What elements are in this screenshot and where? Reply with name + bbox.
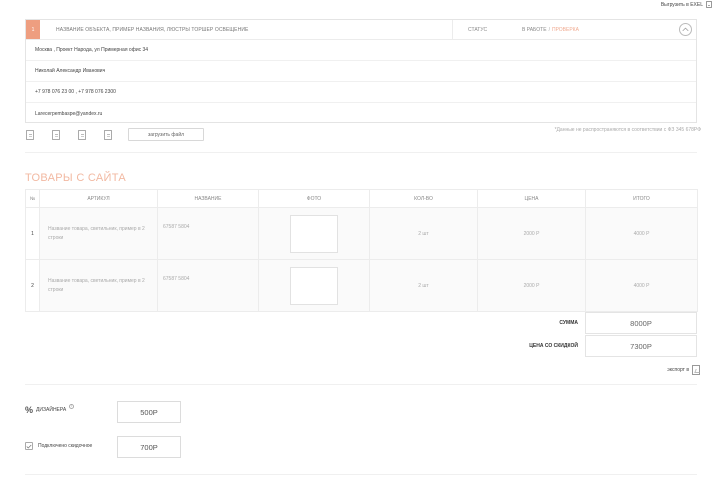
data-disclaimer: *Данные не распространяются в соответств… xyxy=(554,127,701,133)
export-pdf-label: экспорт в xyxy=(667,366,689,373)
row-article: Название товара, светильник, пример в 2 … xyxy=(39,259,158,312)
designer-discount-row: % ДИЗАЙНЕРА i xyxy=(25,403,75,415)
file-doc-icon[interactable] xyxy=(78,130,86,140)
table-row[interactable]: 1 Название товара, светильник, пример в … xyxy=(25,207,698,260)
status-value[interactable]: В РАБОТЕ / ПРОВЕРКА xyxy=(522,27,579,33)
divider xyxy=(25,474,697,475)
upload-file-button[interactable]: загрузить файл xyxy=(128,128,204,141)
file-doc-icon[interactable] xyxy=(104,130,112,140)
row-total: 4000 Р xyxy=(585,259,698,312)
designer-discount-label: ДИЗАЙНЕРА xyxy=(36,407,67,413)
chevron-up-icon xyxy=(682,27,689,32)
row-total: 4000 Р xyxy=(585,207,698,260)
discount-checkbox-row[interactable]: Подключено скидочное xyxy=(25,442,92,450)
divider xyxy=(25,152,697,153)
discount-checkbox-label: Подключено скидочное xyxy=(38,443,93,449)
column-header: ЦЕНА xyxy=(477,189,586,208)
status-label: СТАТУС xyxy=(468,27,488,33)
column-header: № xyxy=(25,189,40,208)
export-pdf-link[interactable]: экспорт в xyxy=(667,364,700,375)
excel-file-icon xyxy=(706,1,712,8)
row-quantity: 2 шт xyxy=(369,207,478,260)
designer-discount-value[interactable]: 500Р xyxy=(117,401,181,423)
order-email: Larecerpembaspe@yandex.ru xyxy=(35,110,103,117)
row-photo xyxy=(258,259,370,312)
export-excel-label: Выгрузить в EXEL xyxy=(660,1,703,8)
status-current[interactable]: В РАБОТЕ xyxy=(522,27,547,33)
order-header: 1 НАЗВАНИЕ ОБЪЕКТА, ПРИМЕР НАЗВАНИЯ, ЛЮС… xyxy=(26,20,696,40)
discount-price-value: 7300Р xyxy=(585,335,697,357)
column-header: ФОТО xyxy=(258,189,370,208)
order-number: 1 xyxy=(26,20,40,39)
sum-value: 8000Р xyxy=(585,312,697,334)
file-doc-icon[interactable] xyxy=(26,130,34,140)
column-header: АРТИКУЛ xyxy=(39,189,158,208)
row-quantity: 2 шт xyxy=(369,259,478,312)
order-name: НАЗВАНИЕ ОБЪЕКТА, ПРИМЕР НАЗВАНИЯ, ЛЮСТР… xyxy=(56,26,249,33)
export-excel-link[interactable]: Выгрузить в EXEL xyxy=(661,0,712,9)
status-separator: / xyxy=(548,27,550,33)
row-photo xyxy=(258,207,370,260)
order-card: 1 НАЗВАНИЕ ОБЪЕКТА, ПРИМЕР НАЗВАНИЯ, ЛЮС… xyxy=(25,19,697,123)
column-header: КОЛ-ВО xyxy=(369,189,478,208)
collapse-button[interactable] xyxy=(679,23,692,36)
row-price: 2000 Р xyxy=(477,207,586,260)
discount-price-label: ЦЕНА СО СКИДКОЙ xyxy=(529,343,578,349)
header-divider xyxy=(452,20,453,40)
divider xyxy=(25,384,697,385)
discount-checkbox[interactable] xyxy=(25,442,33,450)
pdf-file-icon xyxy=(692,364,700,375)
row-article: Название товара, светильник, пример в 2 … xyxy=(39,207,158,260)
sum-label: СУММА xyxy=(559,320,578,326)
row-price: 2000 Р xyxy=(477,259,586,312)
product-photo[interactable] xyxy=(290,266,338,305)
section-title: ТОВАРЫ С САЙТА xyxy=(25,172,127,184)
file-doc-icon[interactable] xyxy=(52,130,60,140)
column-header: ИТОГО xyxy=(585,189,698,208)
info-icon[interactable]: i xyxy=(69,403,75,409)
order-phones: +7 978 076 23 00 , +7 978 076 2300 xyxy=(26,82,696,103)
check-icon xyxy=(26,444,32,449)
percent-icon: % xyxy=(25,405,34,415)
product-photo[interactable] xyxy=(290,214,338,253)
status-alternative[interactable]: ПРОВЕРКА xyxy=(552,27,579,33)
row-name: 67587 5804 xyxy=(157,207,259,260)
row-number: 2 xyxy=(25,259,40,312)
order-address: Москва , Проект Народа, ул Примерная офи… xyxy=(26,40,696,61)
discount-amount-value[interactable]: 700Р xyxy=(117,436,181,458)
table-row[interactable]: 2 Название товара, светильник, пример в … xyxy=(25,259,698,312)
row-name: 67587 5804 xyxy=(157,259,259,312)
column-header: НАЗВАНИЕ xyxy=(157,189,259,208)
products-table: № АРТИКУЛ НАЗВАНИЕ ФОТО КОЛ-ВО ЦЕНА ИТОГ… xyxy=(25,189,698,312)
order-contact-name: Николай Александр Иванович xyxy=(26,61,696,82)
table-header-row: № АРТИКУЛ НАЗВАНИЕ ФОТО КОЛ-ВО ЦЕНА ИТОГ… xyxy=(25,189,698,208)
row-number: 1 xyxy=(25,207,40,260)
